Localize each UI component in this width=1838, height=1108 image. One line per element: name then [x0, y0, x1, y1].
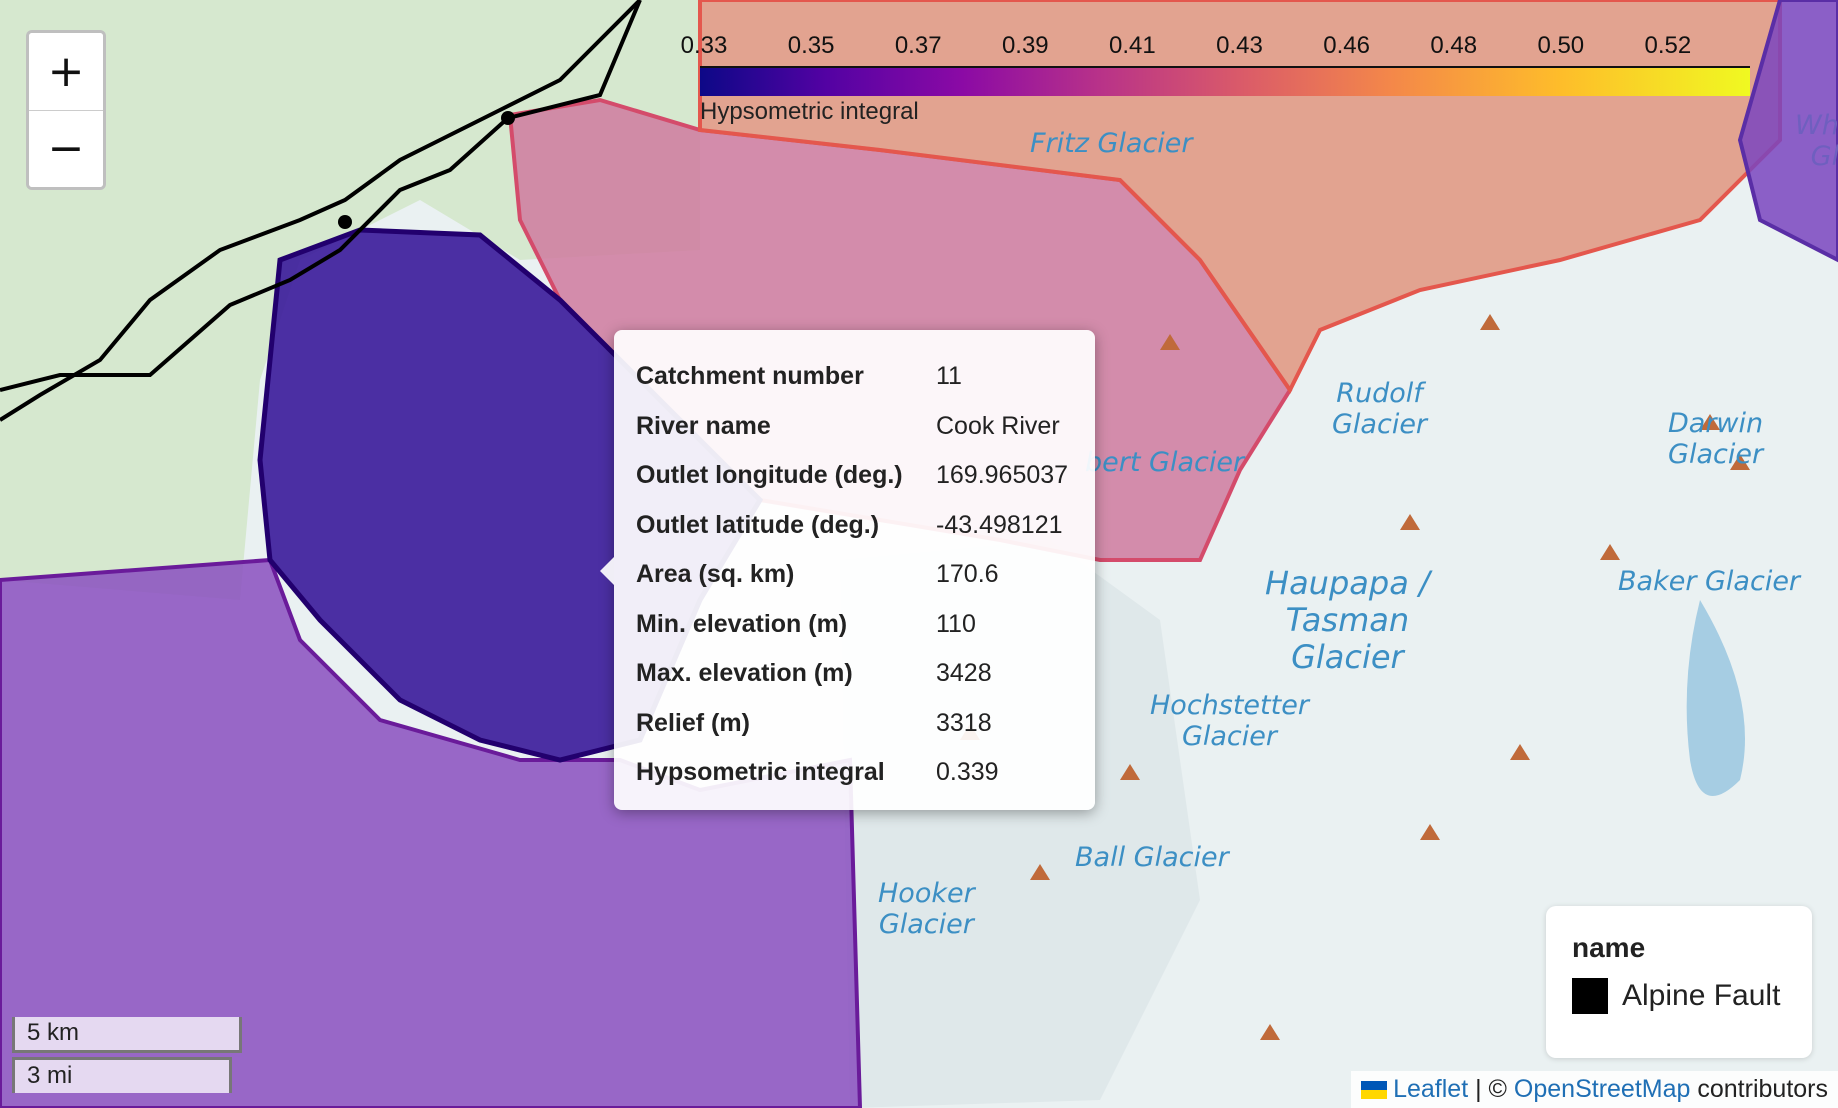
popup-field-value: 110 [936, 609, 976, 638]
label-darwin-glacier: Darwin Glacier [1668, 408, 1764, 471]
popup-field-name: Relief (m) [636, 708, 750, 737]
colorbar-ticks: 0.33 0.35 0.37 0.39 0.41 0.43 0.46 0.48 0.50 0.52 [681, 30, 1750, 66]
label-hochstetter-glacier: Hochstetter Glacier [1150, 690, 1309, 753]
osm-link[interactable]: OpenStreetMap [1514, 1075, 1691, 1103]
label-fritz-glacier: Fritz Glacier [1030, 128, 1193, 159]
scale-bar-mi: 3 mi [12, 1057, 232, 1093]
zoom-control: + − [26, 30, 106, 190]
legend-item: Alpine Fault [1572, 978, 1786, 1014]
catchment-popup: Catchment number 11 River name Cook River Ou… [600, 330, 1095, 810]
colorbar-gradient [700, 66, 1750, 96]
label-rudolf-glacier: Rudolf Glacier [1332, 378, 1428, 441]
label-tasman-glacier: Haupapa / Tasman Glacier [1265, 564, 1430, 676]
popup-field-value: 169.965037 [936, 461, 1069, 490]
popup-field-name: Outlet longitude (deg.) [636, 461, 903, 490]
copyright-symbol: © [1488, 1075, 1507, 1103]
popup-row: Outlet latitude (deg.) -43.498121 [636, 501, 1068, 551]
label-albert-glacier: bert Glacier [1085, 447, 1245, 478]
colorbar-tick-label: 0.50 [1537, 32, 1585, 59]
fault-node [338, 215, 352, 229]
label-hooker-glacier: Hooker Glacier [878, 878, 975, 941]
popup-row: Hypsometric integral 0.339 [636, 748, 1068, 798]
colorbar-tick-label: 0.37 [894, 32, 942, 59]
attribution-separator: | [1475, 1075, 1482, 1103]
attribution-contributors: contributors [1697, 1075, 1828, 1103]
label-ball-glacier: Ball Glacier [1075, 842, 1229, 873]
fault-node [501, 111, 515, 125]
colorbar-tick-label: 0.46 [1323, 32, 1370, 59]
popup-row: Relief (m) 3318 [636, 699, 1068, 749]
attribution: Leaflet | © OpenStreetMap contributors [1351, 1071, 1838, 1108]
scale-bar-km: 5 km [12, 1017, 242, 1053]
colorbar-caption: Hypsometric integral [700, 98, 919, 125]
legend-item-label: Alpine Fault [1622, 979, 1781, 1012]
leaflet-link[interactable]: Leaflet [1393, 1075, 1468, 1103]
popup-field-name: Max. elevation (m) [636, 659, 853, 688]
popup-row: Outlet longitude (deg.) 169.965037 [636, 451, 1068, 501]
label-whyte-glacier: Why Gl [1795, 110, 1838, 173]
popup-row: Min. elevation (m) 110 [636, 600, 1068, 650]
colorbar-legend: 0.33 0.35 0.37 0.39 0.41 0.43 0.46 0.48 0.50 0.52… [681, 30, 1750, 126]
ukraine-flag-icon [1361, 1081, 1388, 1100]
popup-field-name: River name [636, 411, 771, 440]
colorbar-tick-label: 0.41 [1109, 32, 1156, 59]
popup-field-name: Catchment number [636, 362, 864, 391]
popup-field-name: Min. elevation (m) [636, 609, 848, 638]
popup-field-value: 3428 [936, 659, 992, 688]
legend-title: name [1572, 932, 1646, 963]
colorbar-tick-label: 0.48 [1430, 32, 1478, 59]
label-baker-glacier: Baker Glacier [1618, 566, 1801, 597]
popup-field-name: Hypsometric integral [636, 758, 885, 787]
popup-row: Max. elevation (m) 3428 [636, 649, 1068, 699]
popup-field-name: Area (sq. km) [636, 560, 795, 589]
popup-field-value: 11 [936, 362, 962, 391]
popup-row: River name Cook River [636, 402, 1068, 452]
popup-field-value: 3318 [936, 708, 992, 737]
popup-field-value: 0.339 [936, 758, 999, 787]
popup-field-value: Cook River [936, 411, 1060, 440]
colorbar-tick-label: 0.39 [1001, 32, 1049, 59]
legend-swatch [1572, 978, 1608, 1014]
fault-legend: name Alpine Fault [1546, 906, 1812, 1058]
popup-row: Catchment number 11 [636, 352, 1068, 402]
zoom-in-button[interactable]: + [29, 33, 103, 110]
popup-field-name: Outlet latitude (deg.) [636, 510, 880, 539]
popup-field-value: 170.6 [936, 560, 999, 589]
popup-row: Area (sq. km) 170.6 [636, 550, 1068, 600]
popup-table: Catchment number 11 River name Cook River Ou… [636, 352, 1068, 798]
colorbar-tick-label: 0.35 [787, 32, 835, 59]
colorbar-tick-label: 0.52 [1644, 32, 1692, 59]
colorbar-tick-label: 0.33 [680, 32, 728, 59]
colorbar-tick-label: 0.43 [1216, 32, 1263, 59]
zoom-out-button[interactable]: − [29, 110, 103, 187]
popup-field-value: -43.498121 [936, 510, 1063, 539]
